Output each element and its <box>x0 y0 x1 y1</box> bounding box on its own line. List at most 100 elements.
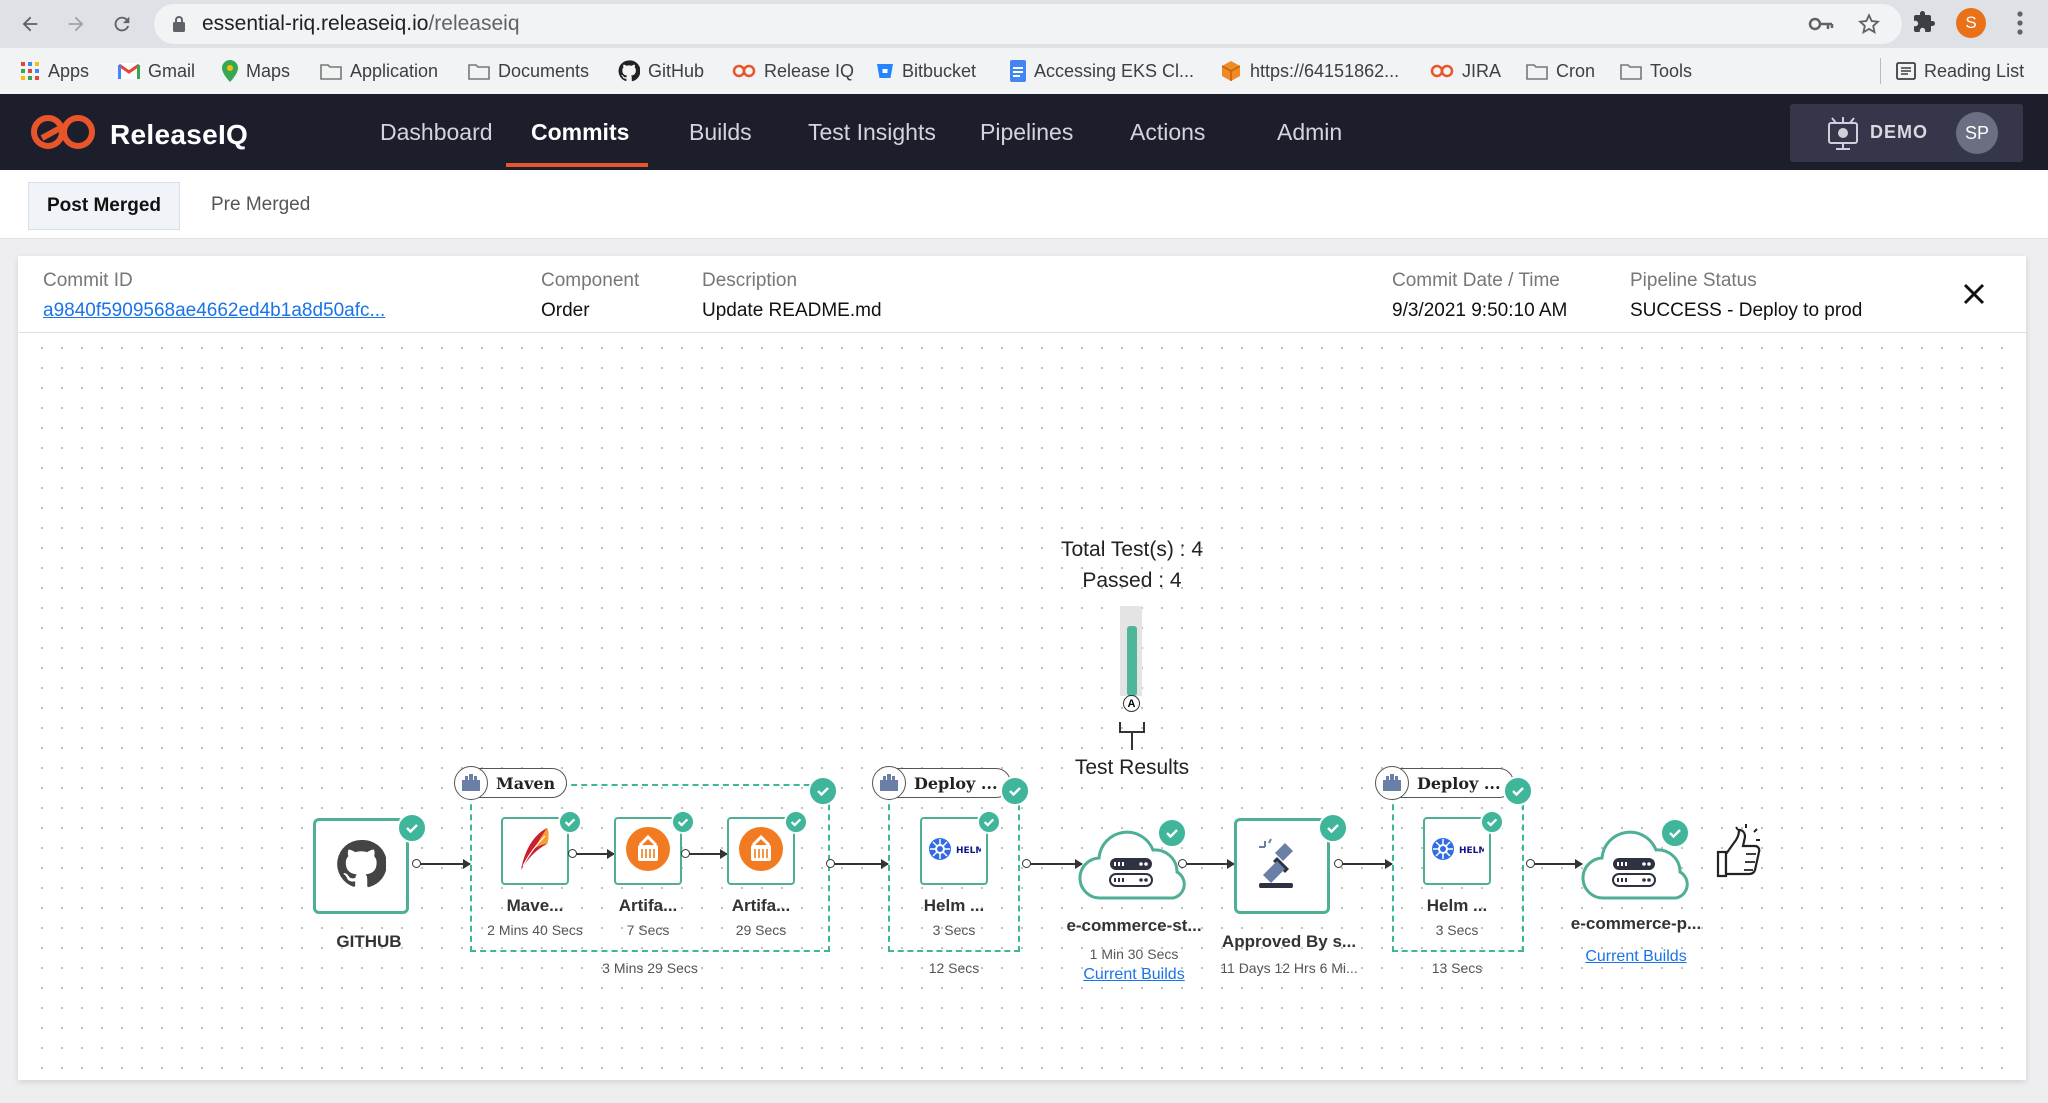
nav-admin[interactable]: Admin <box>1277 94 1342 170</box>
commit-id-link[interactable]: a9840f5909568ae4662ed4b1a8d50afc... <box>43 300 385 322</box>
deploy-prod-stage-pill[interactable]: Deploy ... <box>1375 766 1514 800</box>
folder-icon <box>1620 62 1642 80</box>
tab-pre-merged[interactable]: Pre Merged <box>193 182 328 228</box>
component-label: Component <box>541 270 640 291</box>
bookmark-application[interactable]: Application <box>320 48 438 94</box>
bookmark-release-iq[interactable]: Release IQ <box>732 48 854 94</box>
success-check-icon <box>1660 818 1690 848</box>
step-duration: 3 Secs <box>932 922 976 938</box>
address-bar[interactable]: essential-riq.releaseiq.io/releaseiq <box>154 4 1902 44</box>
github-icon <box>336 839 387 894</box>
deploy-stage-total-duration: 12 Secs <box>928 960 980 976</box>
bitbucket-icon <box>876 62 894 80</box>
commit-detail-panel: Commit ID a9840f5909568ae4662ed4b1a8d50a… <box>18 256 2026 1080</box>
step-duration: 2 Mins 40 Secs <box>487 922 583 938</box>
folder-icon <box>320 62 342 80</box>
current-builds-link[interactable]: Current Builds <box>1556 948 1716 966</box>
app-name: ReleaseIQ <box>110 118 249 150</box>
component-column: Component Order <box>541 270 639 322</box>
nav-test-insights[interactable]: Test Insights <box>808 94 936 170</box>
bookmark-star-icon[interactable] <box>1857 13 1881 40</box>
description-value: Update README.md <box>702 300 882 321</box>
test-pass-bar[interactable] <box>1127 626 1137 696</box>
commit-subtabs: Post Merged Pre Merged <box>0 170 2048 239</box>
bookmarks-separator <box>1880 58 1881 84</box>
bookmark-jira[interactable]: JIRA <box>1430 48 1501 94</box>
releaseiq-logo[interactable]: ReleaseIQ <box>28 112 248 157</box>
bookmark-gmail[interactable]: Gmail <box>118 48 195 94</box>
success-check-icon <box>558 810 582 834</box>
approval-node[interactable] <box>1234 818 1330 914</box>
bookmark-documents[interactable]: Documents <box>468 48 589 94</box>
demo-org-icon <box>1826 115 1860 156</box>
test-results-label[interactable]: Test Results <box>1060 756 1204 780</box>
pipeline-connector <box>412 859 471 869</box>
step-label: Artifa... <box>618 896 678 915</box>
artifactory-icon <box>737 825 785 878</box>
extensions-icon[interactable] <box>1912 10 1936 39</box>
step-duration: 3 Secs <box>1435 922 1479 938</box>
account-switcher[interactable]: DEMO SP <box>1790 104 2023 162</box>
build-stage-title: Maven <box>496 773 556 793</box>
bookmark-tools[interactable]: Tools <box>1620 48 1692 94</box>
bookmark-github[interactable]: GitHub <box>618 48 704 94</box>
org-label: DEMO <box>1870 122 1928 142</box>
bookmark-apps[interactable]: Apps <box>20 48 89 94</box>
bookmark-accessing-eks[interactable]: Accessing EKS Cl... <box>1010 48 1194 94</box>
commit-id-label: Commit ID <box>43 270 133 291</box>
back-button[interactable] <box>16 10 44 38</box>
thumbs-up-icon <box>1710 822 1764 885</box>
stage-type-icon <box>454 766 488 800</box>
nav-commits[interactable]: Commits <box>531 94 629 170</box>
profile-avatar[interactable]: S <box>1956 8 1986 38</box>
bookmark-url-64151862[interactable]: https://64151862... <box>1220 48 1399 94</box>
stage-type-icon <box>872 766 906 800</box>
pipeline-connector <box>1526 859 1583 869</box>
component-value: Order <box>541 300 590 321</box>
reload-button[interactable] <box>108 10 136 38</box>
tab-post-merged[interactable]: Post Merged <box>28 182 181 230</box>
forward-button[interactable] <box>62 10 90 38</box>
bookmark-bitbucket[interactable]: Bitbucket <box>876 48 976 94</box>
bookmark-cron[interactable]: Cron <box>1526 48 1595 94</box>
bookmark-maps[interactable]: Maps <box>222 48 290 94</box>
close-icon[interactable] <box>1962 282 1986 311</box>
github-source-node[interactable] <box>313 818 409 914</box>
releaseiq-logo-icon <box>28 112 98 157</box>
commit-date-label: Commit Date / Time <box>1392 270 1560 291</box>
deploy-prod-total-duration: 13 Secs <box>1431 960 1483 976</box>
staging-environment-duration: 1 Min 30 Secs <box>1089 946 1179 962</box>
current-builds-link[interactable]: Current Builds <box>1054 966 1214 984</box>
build-stage-pill[interactable]: Maven <box>454 766 567 800</box>
test-marker[interactable]: A <box>1123 695 1140 712</box>
pipeline-connector <box>681 849 728 859</box>
nav-actions[interactable]: Actions <box>1130 94 1205 170</box>
url-text: essential-riq.releaseiq.io/releaseiq <box>202 12 520 35</box>
total-tests: Total Test(s) : 4 <box>1061 538 1203 561</box>
key-icon[interactable] <box>1808 13 1834 40</box>
pipeline-status-label: Pipeline Status <box>1630 270 1757 291</box>
pipeline-connector <box>1334 859 1393 869</box>
deploy-stage-pill[interactable]: Deploy ... <box>872 766 1011 800</box>
success-check-icon <box>1000 776 1030 806</box>
step-label: Helm ... <box>923 896 985 915</box>
user-avatar[interactable]: SP <box>1956 112 1998 154</box>
browser-menu-icon[interactable] <box>2016 10 2024 41</box>
nav-builds[interactable]: Builds <box>689 94 752 170</box>
releaseiq-icon <box>732 64 756 78</box>
success-check-icon <box>1157 818 1187 848</box>
helm-icon: HELM <box>1430 834 1487 869</box>
pipeline-status-column: Pipeline Status SUCCESS - Deploy to prod <box>1630 270 1862 322</box>
maps-pin-icon <box>222 60 238 82</box>
commit-info-row: Commit ID a9840f5909568ae4662ed4b1a8d50a… <box>18 256 2026 333</box>
folder-icon <box>1526 62 1548 80</box>
passed-tests: Passed : 4 <box>1082 569 1182 592</box>
reading-list-button[interactable]: Reading List <box>1896 48 2024 94</box>
lock-icon <box>172 15 186 38</box>
step-label: Helm ... <box>1426 896 1488 915</box>
nav-dashboard[interactable]: Dashboard <box>380 94 493 170</box>
google-docs-icon <box>1010 60 1026 82</box>
nav-pipelines[interactable]: Pipelines <box>980 94 1073 170</box>
success-check-icon <box>1503 776 1533 806</box>
app-header: ReleaseIQ Dashboard Commits Builds Test … <box>0 94 2048 170</box>
